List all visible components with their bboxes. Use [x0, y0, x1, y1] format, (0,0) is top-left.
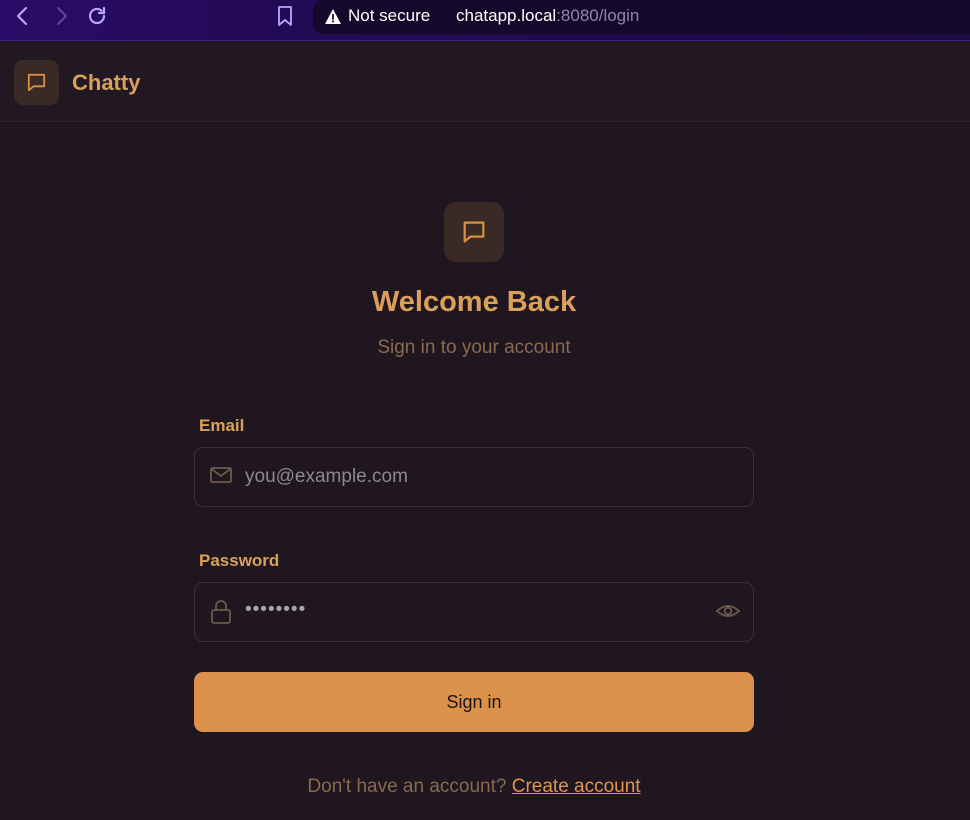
- email-label: Email: [199, 416, 245, 435]
- password-value[interactable]: ••••••••: [245, 599, 306, 621]
- chat-bubble-icon: [444, 202, 504, 262]
- password-label: Password: [199, 551, 280, 570]
- address-bar[interactable]: Not secure chatapp.local:8080/login: [313, 0, 970, 34]
- reload-icon[interactable]: [86, 5, 108, 27]
- url-text[interactable]: chatapp.local:8080/login: [456, 6, 639, 26]
- mail-icon: [209, 464, 233, 491]
- signup-prompt: Don't have an account? Create account: [0, 776, 948, 798]
- forward-arrow-icon[interactable]: [50, 5, 72, 27]
- email-field[interactable]: you@example.com: [194, 447, 754, 507]
- password-field[interactable]: ••••••••: [194, 582, 754, 642]
- back-arrow-icon[interactable]: [12, 5, 34, 27]
- create-account-link[interactable]: Create account: [512, 776, 641, 797]
- bookmark-icon[interactable]: [274, 5, 296, 27]
- app-header: Chatty: [0, 41, 970, 122]
- sign-in-button[interactable]: Sign in: [194, 672, 754, 732]
- warning-icon[interactable]: [324, 8, 342, 25]
- eye-icon[interactable]: [715, 600, 741, 627]
- browser-toolbar: Not secure chatapp.local:8080/login: [0, 0, 970, 41]
- page-title: Welcome Back: [371, 286, 577, 318]
- chat-bubble-icon[interactable]: [14, 60, 59, 105]
- lock-icon: [209, 599, 233, 630]
- page-subtitle: Sign in to your account: [377, 337, 571, 358]
- email-placeholder[interactable]: you@example.com: [245, 466, 408, 488]
- url-host: chatapp.local: [456, 6, 557, 25]
- signup-prompt-text: Don't have an account?: [307, 776, 507, 797]
- security-status[interactable]: Not secure: [348, 6, 430, 26]
- brand-name[interactable]: Chatty: [72, 70, 140, 96]
- url-path: :8080/login: [556, 6, 640, 25]
